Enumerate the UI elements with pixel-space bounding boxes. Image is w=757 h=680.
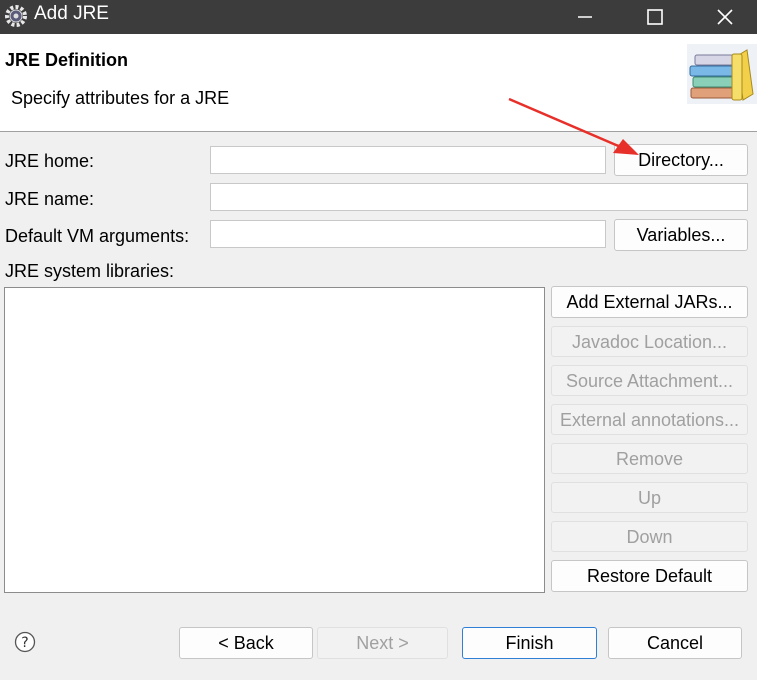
jre-home-label: JRE home:: [5, 151, 95, 171]
cancel-button[interactable]: Cancel: [608, 627, 742, 659]
external-annotations-button[interactable]: External annotations...: [551, 404, 748, 435]
jre-name-input[interactable]: [210, 183, 748, 211]
vm-args-label: Default VM arguments:: [5, 226, 190, 246]
add-external-jars-button[interactable]: Add External JARs...: [551, 286, 748, 318]
minimize-button[interactable]: [550, 0, 620, 34]
jre-home-input[interactable]: [210, 146, 606, 174]
page-title: JRE Definition: [5, 50, 129, 70]
minimize-icon: [578, 16, 592, 18]
wizard-header: JRE Definition Specify attributes for a …: [0, 34, 757, 132]
jre-name-label: JRE name:: [5, 189, 95, 209]
system-libraries-list[interactable]: [4, 287, 545, 593]
javadoc-location-button[interactable]: Javadoc Location...: [551, 326, 748, 357]
down-button[interactable]: Down: [551, 521, 748, 552]
source-attachment-button[interactable]: Source Attachment...: [551, 365, 748, 396]
back-button[interactable]: < Back: [179, 627, 313, 659]
directory-button[interactable]: Directory...: [614, 144, 748, 176]
maximize-button[interactable]: [620, 0, 690, 34]
eclipse-gear-icon: [5, 5, 27, 27]
next-button[interactable]: Next >: [317, 627, 448, 659]
vm-args-input[interactable]: [210, 220, 606, 248]
books-icon: [687, 44, 757, 104]
finish-button[interactable]: Finish: [462, 627, 597, 659]
page-subtitle: Specify attributes for a JRE: [11, 88, 230, 108]
libraries-label: JRE system libraries:: [5, 261, 175, 281]
remove-button[interactable]: Remove: [551, 443, 748, 474]
up-button[interactable]: Up: [551, 482, 748, 513]
maximize-icon: [647, 9, 663, 25]
help-icon[interactable]: ?: [14, 631, 36, 653]
variables-button[interactable]: Variables...: [614, 219, 748, 251]
title-bar: Add JRE: [0, 0, 757, 34]
window-title: Add JRE: [34, 3, 109, 24]
close-icon: [717, 9, 733, 25]
svg-text:?: ?: [21, 635, 28, 651]
restore-default-button[interactable]: Restore Default: [551, 560, 748, 592]
close-button[interactable]: [690, 0, 757, 34]
